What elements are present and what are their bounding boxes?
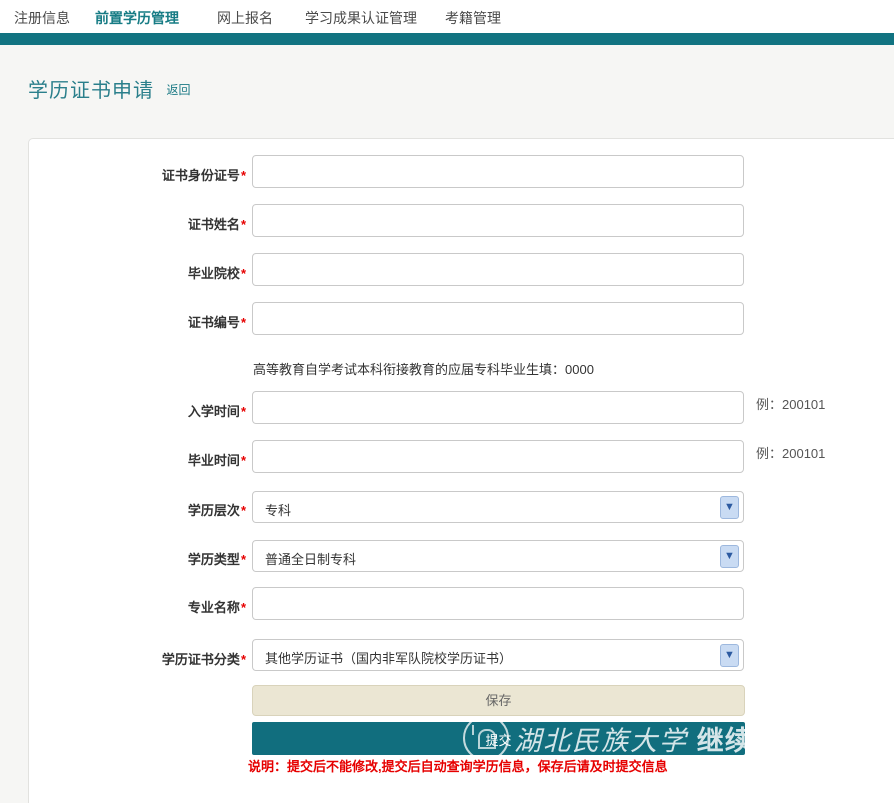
chevron-down-icon[interactable]: ▼ xyxy=(720,644,739,667)
required-marker: * xyxy=(241,652,246,667)
certificate-category-select[interactable]: 其他学历证书（国内非军队院校学历证书） ▼ xyxy=(252,639,744,671)
nav-item-online-registration[interactable]: 网上报名 xyxy=(217,8,273,28)
certificate-id-number-input[interactable] xyxy=(252,155,744,188)
required-marker: * xyxy=(241,217,246,232)
enrollment-time-input[interactable] xyxy=(252,391,744,424)
back-link[interactable]: 返回 xyxy=(166,81,190,98)
certificate-number-input[interactable] xyxy=(252,302,744,335)
teal-divider-bar xyxy=(0,33,894,45)
field-label-major-name: 专业名称* xyxy=(30,597,246,616)
page-title: 学历证书申请 xyxy=(28,74,154,103)
education-type-selected-value: 普通全日制专科 xyxy=(265,549,356,568)
certificate-name-input[interactable] xyxy=(252,204,744,237)
field-label-enrollment-time: 入学时间* xyxy=(30,401,246,420)
field-label-certificate-id-number: 证书身份证号* xyxy=(30,165,246,184)
nav-item-exam-status-management[interactable]: 考籍管理 xyxy=(445,8,501,28)
graduation-time-hint: 例：200101 xyxy=(756,443,825,462)
field-label-education-level: 学历层次* xyxy=(30,500,246,519)
submit-button-label: 提交 xyxy=(252,730,745,749)
graduation-school-input[interactable] xyxy=(252,253,744,286)
field-label-education-type: 学历类型* xyxy=(30,549,246,568)
required-marker: * xyxy=(241,503,246,518)
enrollment-time-hint: 例：200101 xyxy=(756,394,825,413)
field-label-certificate-name: 证书姓名* xyxy=(30,214,246,233)
field-label-graduation-school: 毕业院校* xyxy=(30,263,246,282)
education-level-select[interactable]: 专科 ▼ xyxy=(252,491,744,523)
top-navigation: 注册信息 前置学历管理 网上报名 学习成果认证管理 考籍管理 xyxy=(0,0,894,33)
submission-warning-note: 说明：提交后不能修改,提交后自动查询学历信息，保存后请及时提交信息 xyxy=(248,756,668,775)
nav-item-registration-info[interactable]: 注册信息 xyxy=(14,8,70,28)
required-marker: * xyxy=(241,552,246,567)
field-label-graduation-time: 毕业时间* xyxy=(30,450,246,469)
self-exam-note: 高等教育自学考试本科衔接教育的应届专科毕业生填：0000 xyxy=(253,359,594,378)
nav-item-learning-achievement-certification[interactable]: 学习成果认证管理 xyxy=(305,8,417,28)
required-marker: * xyxy=(241,453,246,468)
required-marker: * xyxy=(241,168,246,183)
title-row: 学历证书申请 返回 xyxy=(28,74,190,103)
required-marker: * xyxy=(241,404,246,419)
nav-item-prior-education-management[interactable]: 前置学历管理 xyxy=(95,8,179,28)
field-label-certificate-number: 证书编号* xyxy=(30,312,246,331)
certificate-category-selected-value: 其他学历证书（国内非军队院校学历证书） xyxy=(265,648,512,667)
chevron-down-icon[interactable]: ▼ xyxy=(720,545,739,568)
required-marker: * xyxy=(241,600,246,615)
required-marker: * xyxy=(241,315,246,330)
education-type-select[interactable]: 普通全日制专科 ▼ xyxy=(252,540,744,572)
save-button[interactable]: 保存 xyxy=(252,685,745,716)
graduation-time-input[interactable] xyxy=(252,440,744,473)
education-level-selected-value: 专科 xyxy=(265,500,291,519)
chevron-down-icon[interactable]: ▼ xyxy=(720,496,739,519)
field-label-certificate-category: 学历证书分类* xyxy=(30,649,246,668)
required-marker: * xyxy=(241,266,246,281)
major-name-input[interactable] xyxy=(252,587,744,620)
submit-button[interactable]: 提交 湖北民族大学 继续教 xyxy=(252,722,745,755)
